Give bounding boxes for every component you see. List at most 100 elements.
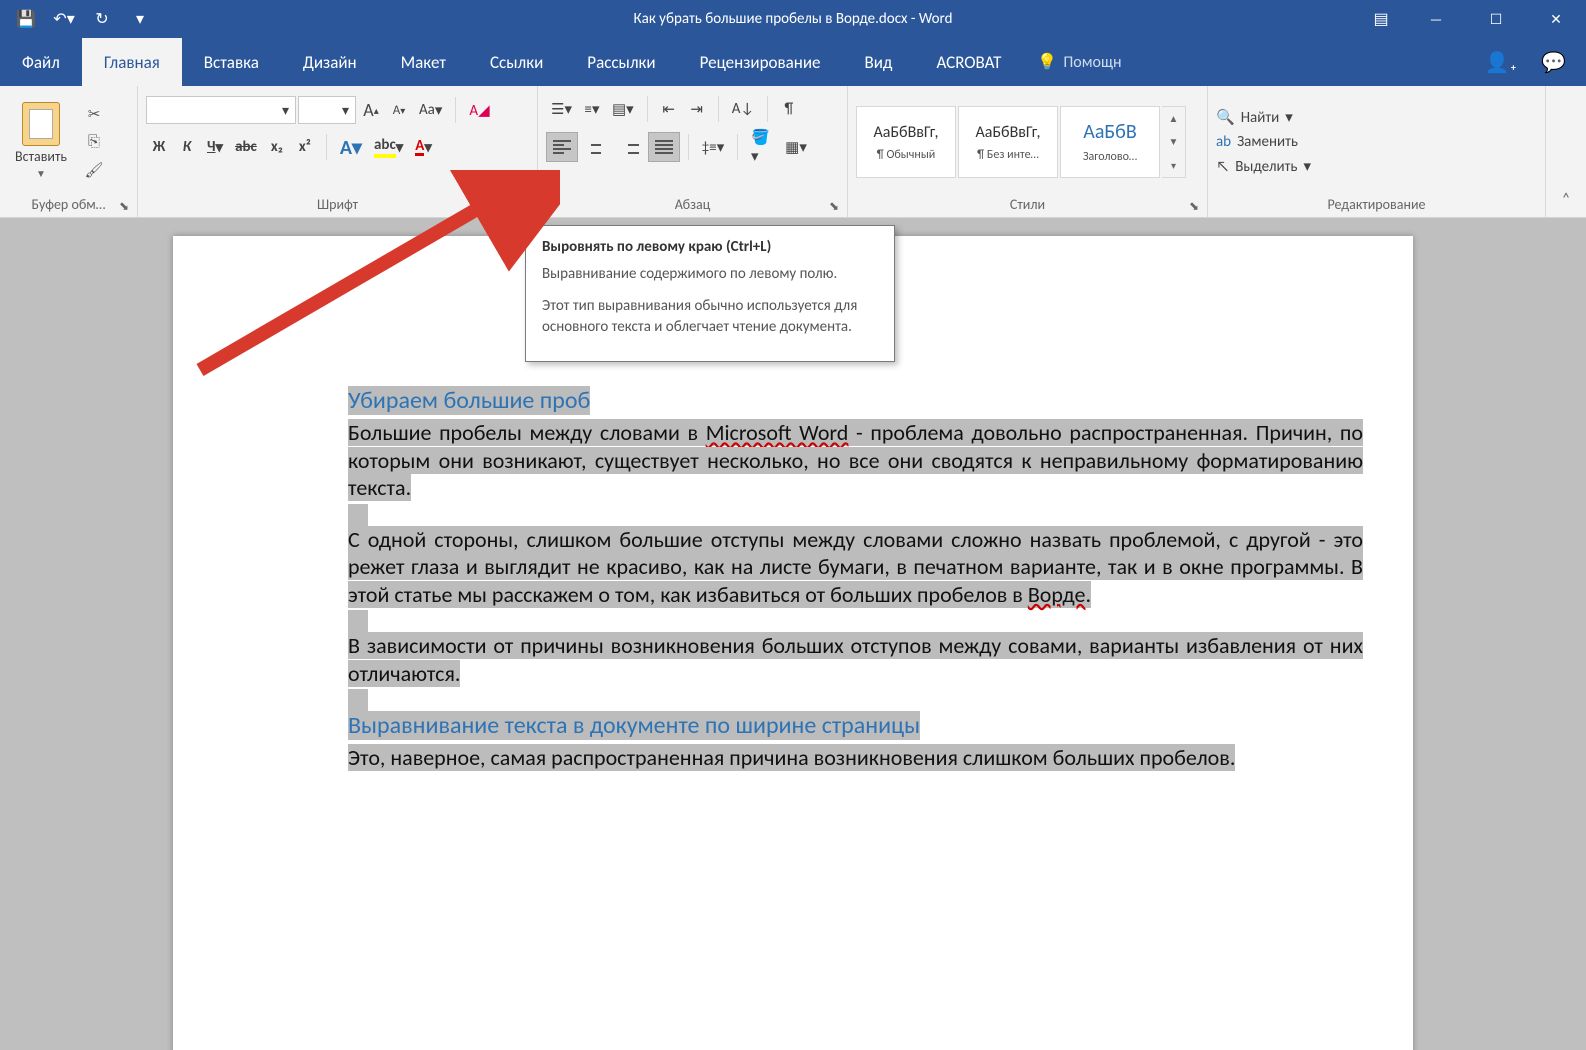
grow-font-button[interactable]: A▴ [358, 97, 384, 123]
group-clipboard-label: Буфер обм…⬊ [8, 194, 129, 215]
copy-icon[interactable]: ⎘ [80, 130, 108, 154]
superscript-button[interactable]: x² [292, 134, 318, 160]
find-button[interactable]: 🔍Найти ▾ [1216, 108, 1311, 127]
tell-me-search[interactable]: 💡 Помощн [1023, 38, 1135, 86]
minimize-button[interactable]: — [1406, 0, 1466, 38]
group-styles-label: Стили⬊ [856, 194, 1199, 215]
text-effects-button[interactable]: A▾ [335, 134, 367, 160]
shrink-font-button[interactable]: A▾ [386, 97, 412, 123]
tooltip-title: Выровнять по левому краю (Ctrl+L) [542, 238, 878, 256]
tab-review[interactable]: Рецензирование [678, 38, 843, 86]
group-clipboard: Вставить ▼ ✂ ⎘ 🖌 Буфер обм…⬊ [0, 86, 138, 217]
share-icon[interactable]: 👤₊ [1485, 50, 1517, 75]
ribbon-display-icon[interactable]: ▤ [1356, 0, 1406, 38]
title-bar: 💾 ↶▾ ↻ ▾ Как убрать большие пробелы в Во… [0, 0, 1586, 38]
tooltip-line1: Выравнивание содержимого по левому полю. [542, 264, 878, 284]
highlight-button[interactable]: abc▾ [369, 134, 408, 160]
style-heading1[interactable]: АаБбВ Заголово… [1060, 106, 1160, 178]
clipboard-dialog-launcher-icon[interactable]: ⬊ [119, 199, 129, 214]
ribbon-tabs: Файл Главная Вставка Дизайн Макет Ссылки… [0, 38, 1586, 86]
subscript-button[interactable]: x₂ [264, 134, 290, 160]
replace-button[interactable]: abЗаменить [1216, 133, 1311, 151]
tab-acrobat[interactable]: ACROBAT [914, 38, 1023, 86]
collapse-ribbon-icon[interactable]: ˄ [1546, 86, 1586, 217]
cursor-icon: ↖ [1216, 158, 1229, 176]
group-font: ▾ ▾ A▴ A▾ Aa▾ A◢ Ж К Ч▾ abc x₂ x² A▾ abc… [138, 86, 538, 217]
select-button[interactable]: ↖Выделить ▾ [1216, 157, 1311, 176]
group-font-label: Шрифт⬊ [146, 194, 529, 215]
doc-paragraph-2: С одной стороны, слишком большие отступы… [348, 526, 1363, 609]
tab-view[interactable]: Вид [843, 38, 915, 86]
align-left-button[interactable] [546, 132, 578, 162]
shading-button[interactable]: 🪣▾ [746, 132, 778, 162]
tab-home[interactable]: Главная [82, 38, 182, 86]
cut-icon[interactable]: ✂ [80, 102, 108, 126]
doc-heading-2: Выравнивание текста в документе по ширин… [348, 711, 1363, 740]
align-right-button[interactable] [614, 132, 646, 162]
doc-paragraph-3: В зависимости от причины возникновения б… [348, 632, 1363, 687]
tab-insert[interactable]: Вставка [182, 38, 281, 86]
qat-more-icon[interactable]: ▾ [122, 4, 158, 34]
doc-paragraph-1: Большие пробелы между словами в Microsof… [348, 419, 1363, 502]
styles-dialog-launcher-icon[interactable]: ⬊ [1189, 199, 1199, 214]
tell-me-label: Помощн [1063, 53, 1121, 72]
font-name-select[interactable]: ▾ [146, 96, 296, 124]
style-normal[interactable]: АаБбВвГг, ¶ Обычный [856, 106, 956, 178]
tab-file[interactable]: Файл [0, 38, 82, 86]
replace-icon: ab [1216, 133, 1231, 151]
undo-icon[interactable]: ↶▾ [46, 4, 82, 34]
group-paragraph-label: Абзац⬊ [546, 194, 839, 215]
bullets-button[interactable]: ☰▾ [546, 96, 577, 122]
borders-button[interactable]: ▦▾ [780, 132, 812, 162]
quick-access-toolbar: 💾 ↶▾ ↻ ▾ [0, 4, 158, 34]
underline-button[interactable]: Ч▾ [202, 134, 228, 160]
doc-heading-1: Убираем большие проб [348, 386, 1363, 415]
increase-indent-button[interactable]: ⇥ [684, 96, 710, 122]
doc-paragraph-4: Это, наверное, самая распространенная пр… [348, 744, 1363, 772]
paragraph-dialog-launcher-icon[interactable]: ⬊ [829, 199, 839, 214]
show-marks-button[interactable]: ¶ [776, 96, 802, 122]
change-case-button[interactable]: Aa▾ [414, 97, 447, 123]
font-color-button[interactable]: A▾ [410, 134, 437, 160]
style-heading1-label: Заголово… [1083, 150, 1137, 164]
lightbulb-icon: 💡 [1037, 52, 1057, 72]
font-dialog-launcher-icon[interactable]: ⬊ [519, 199, 529, 214]
align-justify-button[interactable] [648, 132, 680, 162]
font-size-select[interactable]: ▾ [298, 96, 356, 124]
blank-line [348, 504, 1363, 526]
style-nospacing[interactable]: АаБбВвГг, ¶ Без инте… [958, 106, 1058, 178]
multilevel-button[interactable]: ▤▾ [607, 96, 639, 122]
tab-layout[interactable]: Макет [379, 38, 468, 86]
style-nospacing-label: ¶ Без инте… [977, 148, 1039, 162]
tab-mailings[interactable]: Рассылки [565, 38, 677, 86]
comments-icon[interactable]: 💬 [1541, 50, 1566, 75]
blank-line [348, 689, 1363, 711]
clear-formatting-icon[interactable]: A◢ [464, 97, 494, 123]
tooltip-align-left: Выровнять по левому краю (Ctrl+L) Выравн… [525, 225, 895, 362]
window-title: Как убрать большие пробелы в Ворде.docx … [634, 10, 953, 28]
align-center-button[interactable] [580, 132, 612, 162]
group-styles: АаБбВвГг, ¶ Обычный АаБбВвГг, ¶ Без инте… [848, 86, 1208, 217]
line-spacing-button[interactable]: ‡≡▾ [697, 132, 729, 162]
tab-design[interactable]: Дизайн [281, 38, 379, 86]
blank-line [348, 610, 1363, 632]
strikethrough-button[interactable]: abc [230, 134, 262, 160]
close-button[interactable]: ✕ [1526, 0, 1586, 38]
sort-button[interactable]: A↓ [727, 96, 759, 122]
bold-button[interactable]: Ж [146, 134, 172, 160]
format-painter-icon[interactable]: 🖌 [80, 158, 108, 182]
tooltip-line2: Этот тип выравнивания обычно используетс… [542, 296, 878, 337]
redo-icon[interactable]: ↻ [84, 4, 120, 34]
styles-more-button[interactable]: ▲▼▾ [1162, 106, 1186, 178]
paste-icon [22, 102, 60, 146]
maximize-button[interactable]: ☐ [1466, 0, 1526, 38]
save-icon[interactable]: 💾 [8, 4, 44, 34]
tab-references[interactable]: Ссылки [468, 38, 565, 86]
paste-button[interactable]: Вставить ▼ [8, 102, 74, 182]
group-editing-label: Редактирование [1216, 194, 1537, 215]
styles-gallery[interactable]: АаБбВвГг, ¶ Обычный АаБбВвГг, ¶ Без инте… [856, 106, 1186, 178]
ribbon: Вставить ▼ ✂ ⎘ 🖌 Буфер обм…⬊ ▾ ▾ A▴ A▾ A… [0, 86, 1586, 218]
italic-button[interactable]: К [174, 134, 200, 160]
decrease-indent-button[interactable]: ⇤ [656, 96, 682, 122]
numbering-button[interactable]: ≡▾ [579, 96, 605, 122]
